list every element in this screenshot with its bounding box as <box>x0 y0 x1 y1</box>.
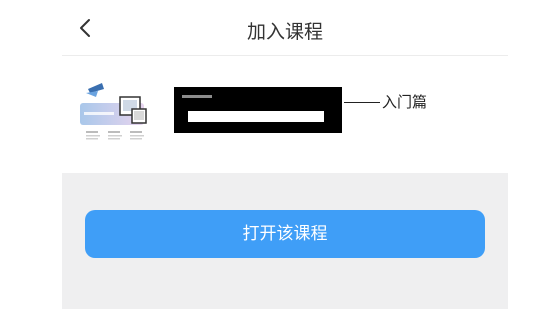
course-thumbnail-image <box>78 79 154 155</box>
redacted-course-title <box>174 87 342 133</box>
action-panel: 打开该课程 <box>62 173 508 309</box>
open-course-button[interactable]: 打开该课程 <box>85 210 485 258</box>
nav-header: 加入课程 <box>62 0 508 56</box>
page-title: 加入课程 <box>246 21 323 43</box>
course-info-card: 入门篇 <box>62 57 508 173</box>
course-name-suffix-text: 入门篇 <box>382 93 428 111</box>
course-name: 入门篇 <box>174 87 484 133</box>
course-name-suffix: 入门篇 <box>344 91 427 112</box>
